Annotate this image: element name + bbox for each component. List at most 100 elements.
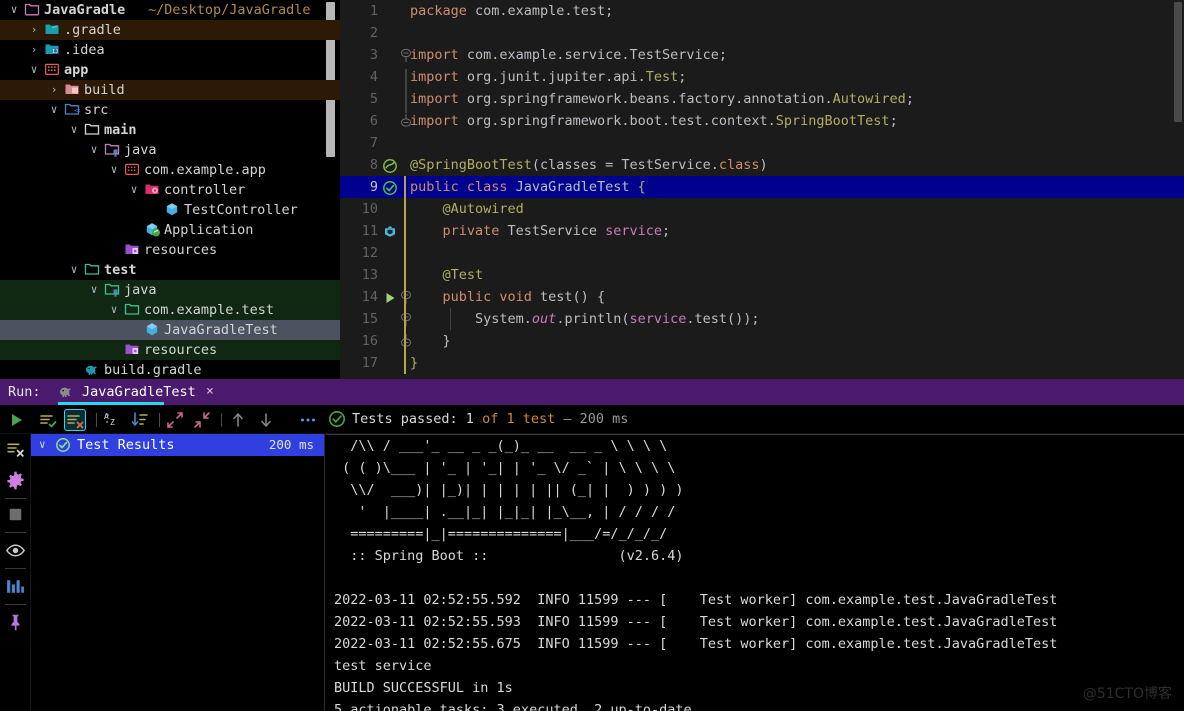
- run-test-icon[interactable]: [382, 288, 400, 306]
- code-line-5[interactable]: 5import org.springframework.beans.factor…: [340, 88, 1184, 110]
- eye-icon[interactable]: [5, 540, 26, 561]
- code-line-6[interactable]: 6import org.springframework.boot.test.co…: [340, 110, 1184, 132]
- tree-item-javagradle[interactable]: ∨JavaGradle~/Desktop/JavaGradle: [0, 0, 340, 20]
- test-passed-icon: [55, 437, 71, 460]
- console-line: 2022-03-11 02:52:55.675 INFO 11599 --- […: [326, 633, 1184, 655]
- tree-item-label: main: [104, 120, 137, 140]
- project-tree-panel[interactable]: ∨JavaGradle~/Desktop/JavaGradle›.gradle›…: [0, 0, 340, 379]
- side-separator-3: [5, 568, 26, 569]
- tree-expand-arrow[interactable]: ›: [48, 80, 60, 100]
- changed-line-marker: [404, 198, 406, 220]
- tree-expand-arrow[interactable]: ›: [28, 40, 40, 60]
- code-line-16[interactable]: 16 }: [340, 330, 1184, 352]
- line-number: 2: [340, 22, 378, 44]
- autowired-bean-icon[interactable]: [382, 222, 400, 240]
- tree-item-application[interactable]: Application: [0, 220, 340, 240]
- tree-expand-arrow[interactable]: ∨: [68, 120, 80, 140]
- sort-by-duration-button[interactable]: [130, 410, 150, 430]
- more-options-button[interactable]: [298, 410, 318, 430]
- tree-item--idea[interactable]: ›IJ.idea: [0, 40, 340, 60]
- code-line-13[interactable]: 13 @Test: [340, 264, 1184, 286]
- tree-item-java[interactable]: ∨java: [0, 280, 340, 300]
- tree-item-com-example-test[interactable]: ∨com.example.test: [0, 300, 340, 320]
- tree-item-java[interactable]: ∨java: [0, 140, 340, 160]
- code-line-8[interactable]: 8@SpringBootTest(classes = TestService.c…: [340, 154, 1184, 176]
- tree-item-label: test: [104, 260, 137, 280]
- code-line-2[interactable]: 2: [340, 22, 1184, 44]
- layout-icon[interactable]: [5, 576, 26, 597]
- tree-expand-arrow[interactable]: ∨: [108, 300, 120, 320]
- code-line-10[interactable]: 10 @Autowired: [340, 198, 1184, 220]
- code-line-3[interactable]: 3import com.example.service.TestService;: [340, 44, 1184, 66]
- code-line-17[interactable]: 17}: [340, 352, 1184, 374]
- svg-text:Z: Z: [110, 418, 115, 427]
- code-line-7[interactable]: 7: [340, 132, 1184, 154]
- tree-item-main[interactable]: ∨ main: [0, 120, 340, 140]
- rerun-button[interactable]: [6, 410, 26, 430]
- next-failed-button[interactable]: [256, 410, 276, 430]
- package-test-icon: [124, 300, 140, 320]
- tree-item-testcontroller[interactable]: TestController: [0, 200, 340, 220]
- code-line-1[interactable]: 1 package com.example.test;: [340, 0, 1184, 22]
- tree-item-test[interactable]: ∨ test: [0, 260, 340, 280]
- tree-item-javagradletest[interactable]: JavaGradleTest: [0, 320, 340, 340]
- tree-item-build[interactable]: ›build: [0, 80, 340, 100]
- tree-item-build-gradle[interactable]: build.gradle: [0, 360, 340, 379]
- spring-bean-icon[interactable]: [382, 156, 400, 174]
- tree-expand-arrow[interactable]: ∨: [28, 60, 40, 80]
- tree-item-controller[interactable]: ∨controller: [0, 180, 340, 200]
- tree-expand-arrow[interactable]: ∨: [8, 0, 20, 20]
- test-status-text: Tests passed: 1 of 1 test – 200 ms: [352, 405, 628, 434]
- tree-item-resources[interactable]: resources: [0, 340, 340, 360]
- code-text: package com.example.test;: [410, 0, 613, 22]
- tree-item--gradle[interactable]: ›.gradle: [0, 20, 340, 40]
- test-results-tree[interactable]: ∨Test Results200 ms: [31, 434, 325, 711]
- intellij-idea-window: ∨JavaGradle~/Desktop/JavaGradle›.gradle›…: [0, 0, 1184, 711]
- status-prefix: Tests passed:: [352, 411, 466, 427]
- code-line-9[interactable]: 9public class JavaGradleTest {: [340, 176, 1184, 198]
- tree-expand-arrow[interactable]: ∨: [128, 180, 140, 200]
- tree-expand-arrow[interactable]: ∨: [108, 160, 120, 180]
- line-number: 3: [340, 44, 378, 66]
- tree-item-com-example-app[interactable]: ∨com.example.app: [0, 160, 340, 180]
- console-output[interactable]: /\\ / ___'_ __ _ _(_)_ __ __ _ \ \ \ \ (…: [326, 434, 1184, 711]
- code-line-11[interactable]: 11 private TestService service;: [340, 220, 1184, 242]
- close-tab-icon[interactable]: ×: [206, 379, 214, 405]
- gear-icon[interactable]: [5, 470, 26, 491]
- code-line-4[interactable]: 4import org.junit.jupiter.api.Test;: [340, 66, 1184, 88]
- code-line-15[interactable]: 15 System.out.println(service.test());: [340, 308, 1184, 330]
- test-passed-icon[interactable]: [382, 178, 400, 196]
- side-separator-2: [5, 532, 26, 533]
- test-tree-row[interactable]: ∨Test Results200 ms: [31, 434, 324, 456]
- tree-expand-arrow[interactable]: ›: [28, 20, 40, 40]
- sort-alphabetically-button[interactable]: A Z: [102, 410, 122, 430]
- expand-all-button[interactable]: [165, 410, 185, 430]
- hide-passed-button[interactable]: [64, 409, 86, 431]
- prev-failed-button[interactable]: [228, 410, 248, 430]
- code-editor[interactable]: 1 package com.example.test; 23import com.e…: [340, 0, 1184, 379]
- folder-excluded-icon: [44, 20, 60, 40]
- pin-icon[interactable]: [5, 612, 26, 633]
- status-of-text: of 1 test: [474, 411, 563, 427]
- code-text: public class JavaGradleTest {: [410, 176, 646, 198]
- code-line-14[interactable]: 14 public void test() {: [340, 286, 1184, 308]
- test-expand-arrow[interactable]: ∨: [39, 434, 46, 456]
- tree-expand-arrow[interactable]: ∨: [88, 140, 100, 160]
- hide-passed-side-button[interactable]: [5, 438, 26, 459]
- code-line-12[interactable]: 12: [340, 242, 1184, 264]
- line-number: 17: [340, 352, 378, 374]
- show-passed-button[interactable]: [38, 410, 58, 430]
- tree-expand-arrow[interactable]: ∨: [68, 260, 80, 280]
- code-text: import org.springframework.beans.factory…: [410, 88, 914, 110]
- stop-button[interactable]: [5, 504, 26, 525]
- tree-item-src[interactable]: ∨<>src: [0, 100, 340, 120]
- class-icon: [164, 200, 180, 220]
- tree-expand-arrow[interactable]: ∨: [88, 280, 100, 300]
- side-separator-4: [5, 604, 26, 605]
- tree-expand-arrow[interactable]: ∨: [48, 100, 60, 120]
- tree-item-resources[interactable]: resources: [0, 240, 340, 260]
- collapse-all-button[interactable]: [192, 410, 212, 430]
- tree-item-app[interactable]: ∨app: [0, 60, 340, 80]
- line-number: 11: [340, 220, 378, 242]
- line-number: 1: [340, 0, 378, 22]
